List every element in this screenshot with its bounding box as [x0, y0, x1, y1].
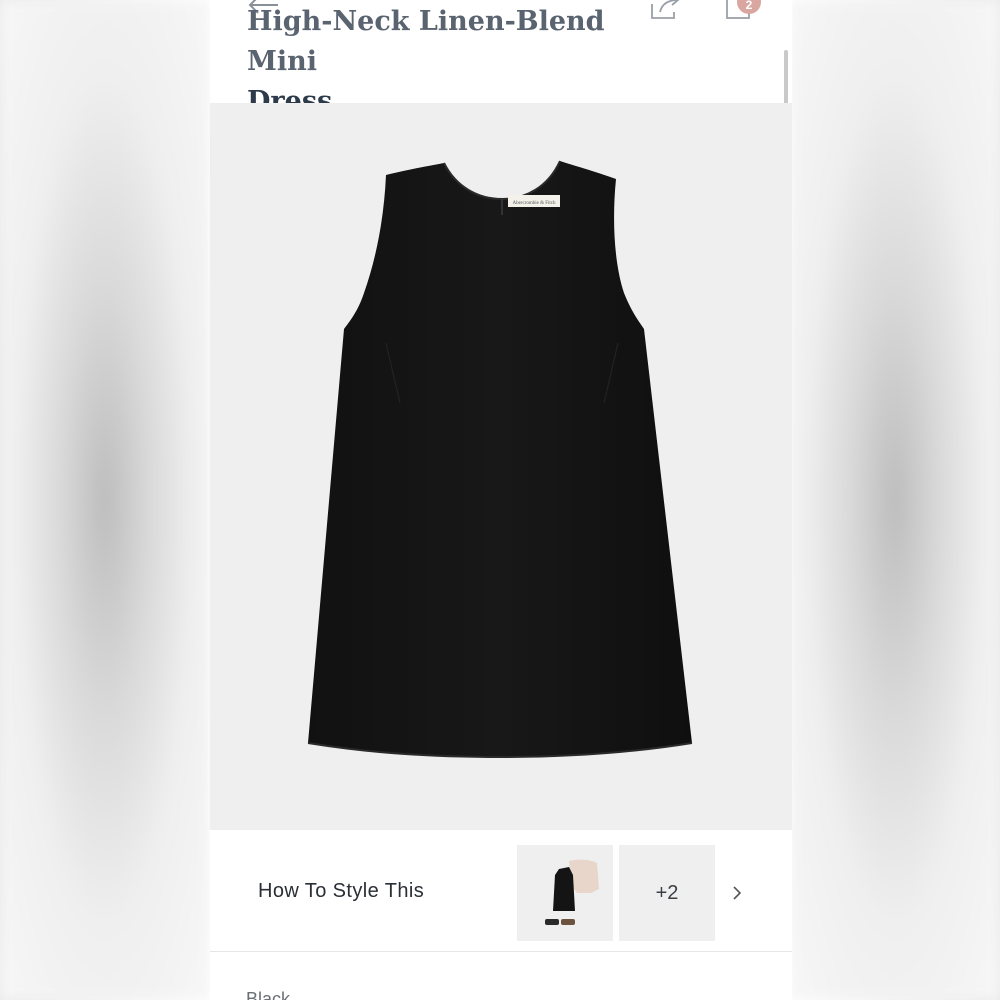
color-section: Black — [210, 953, 792, 1000]
outfit-image — [545, 859, 599, 925]
color-label: Black — [246, 989, 291, 1000]
background-blur-right — [790, 0, 1000, 1000]
chevron-right-icon[interactable] — [730, 885, 744, 901]
how-to-style-row[interactable]: How To Style This +2 — [210, 830, 792, 952]
more-outfits-button[interactable]: +2 — [619, 845, 715, 941]
share-icon[interactable] — [648, 0, 682, 20]
product-header: High-Neck Linen-Blend Mini Dress 2 — [210, 0, 792, 196]
brand-label-text: Abercrombie & Fitch — [512, 201, 556, 206]
how-to-style-label: How To Style This — [258, 880, 425, 902]
background-blur-left — [0, 0, 210, 1000]
product-title-line1: High-Neck Linen-Blend Mini — [247, 6, 605, 77]
app-screen: High-Neck Linen-Blend Mini Dress 2 Aberc… — [210, 0, 792, 1000]
outfit-thumbnail[interactable] — [517, 845, 613, 941]
product-image[interactable]: Abercrombie & Fitch — [210, 103, 792, 830]
dress-photo: Abercrombie & Fitch — [307, 160, 693, 759]
